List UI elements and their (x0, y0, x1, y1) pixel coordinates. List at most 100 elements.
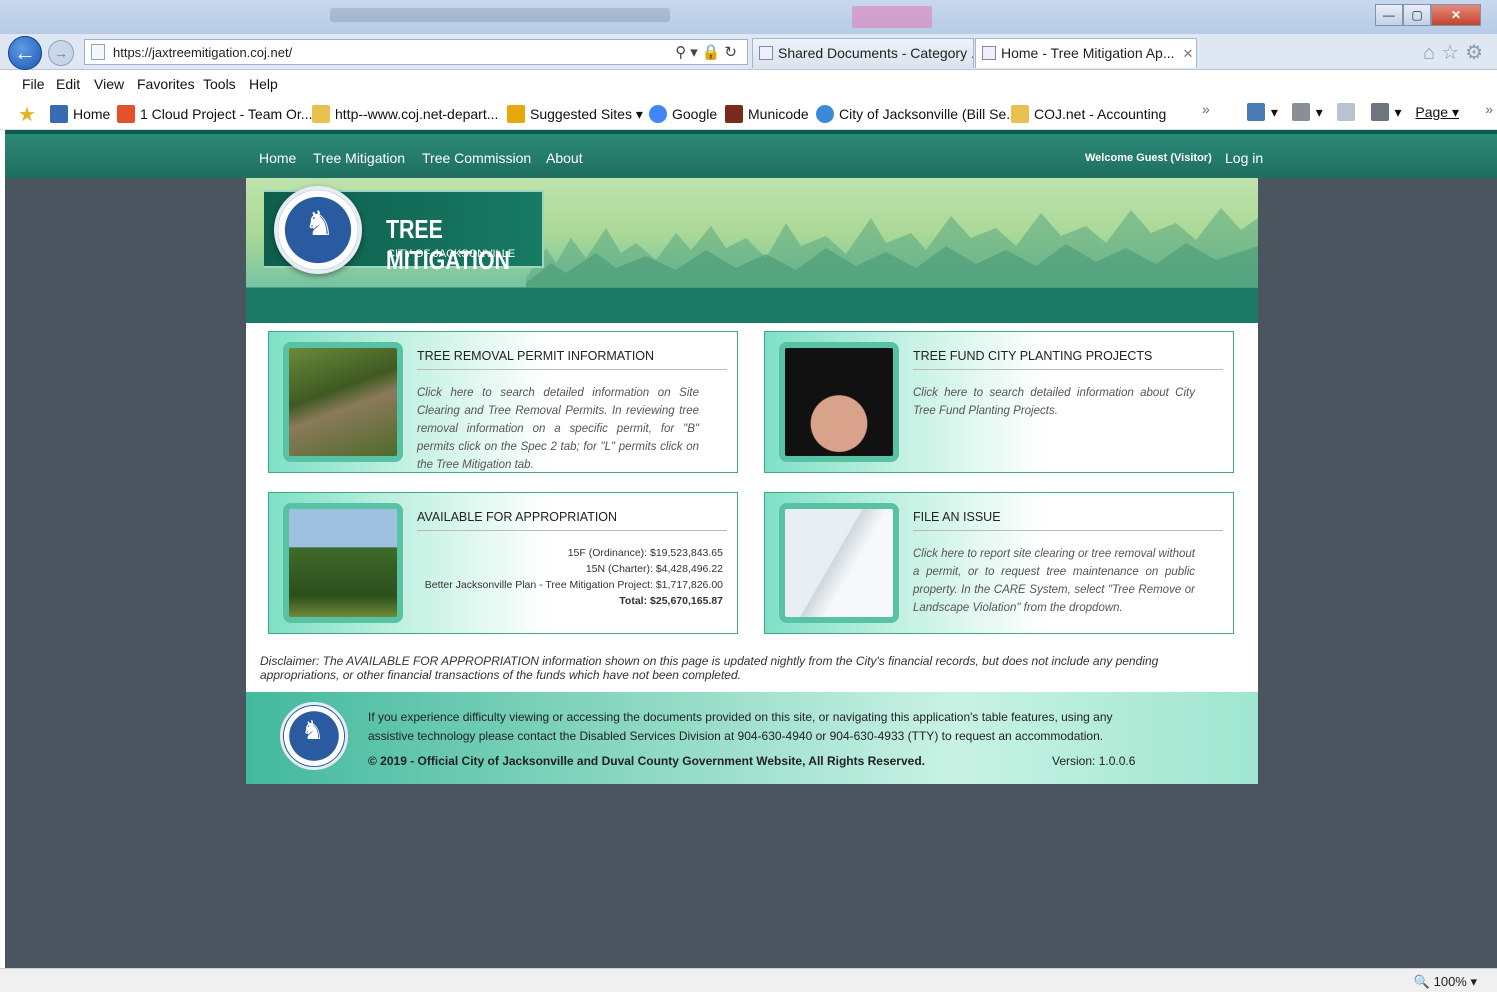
version-text: Version: 1.0.0.6 (1052, 754, 1136, 768)
nav-about[interactable]: About (546, 150, 583, 166)
menu-help[interactable]: Help (249, 76, 278, 92)
site-footer: If you experience difficulty viewing or … (246, 692, 1258, 784)
file-an-issue-card[interactable]: FILE AN ISSUE Click here to report site … (764, 492, 1234, 634)
back-button[interactable]: ← (8, 36, 42, 70)
menu-tools[interactable]: Tools (203, 76, 236, 92)
nav-home[interactable]: Home (259, 150, 296, 166)
page-icon (312, 105, 330, 123)
footer-city-seal-logo (280, 702, 348, 770)
home-icon[interactable]: ⌂ (1423, 42, 1441, 64)
welcome-text: Welcome Guest (Visitor) (1085, 152, 1212, 164)
card-title[interactable]: FILE AN ISSUE (913, 510, 1001, 524)
menu-favorites[interactable]: Favorites (137, 76, 195, 92)
window-title (330, 8, 670, 22)
minimize-button[interactable]: — (1375, 4, 1403, 26)
command-bar: ▾ ▾ ▾ Page ▾ (1245, 103, 1459, 121)
address-tools[interactable]: ⚲▾🔒↻ (675, 43, 741, 61)
zoom-level: 100% (1433, 974, 1467, 989)
google-icon (649, 105, 667, 123)
fav-city-jacksonville[interactable]: City of Jacksonville (Bill Se... (816, 105, 1018, 123)
fav-coj-accounting[interactable]: COJ.net - Accounting (1011, 105, 1166, 123)
fav-google[interactable]: Google (649, 105, 717, 123)
fav-coj-depart[interactable]: http--www.coj.net-depart... (312, 105, 498, 123)
favorites-bar: ★ Home 1 Cloud Project - Team Or... http… (0, 98, 1497, 130)
favorites-star-icon[interactable]: ☆ (1441, 42, 1465, 64)
tab-favicon-icon (982, 46, 996, 60)
disclaimer-text: Disclaimer: The AVAILABLE FOR APPROPRIAT… (260, 654, 1159, 682)
card-divider (417, 369, 727, 370)
page-icon (1011, 105, 1029, 123)
tree-fund-planting-card[interactable]: TREE FUND CITY PLANTING PROJECTS Click h… (764, 331, 1234, 473)
card-title[interactable]: AVAILABLE FOR APPROPRIATION (417, 510, 617, 524)
window-title-bar: — ▢ ✕ (0, 0, 1497, 34)
fav-cloud-project[interactable]: 1 Cloud Project - Team Or... (117, 105, 312, 123)
fav-municode[interactable]: Municode (725, 105, 809, 123)
tree-line-image (283, 503, 403, 623)
seedling-hands-image (779, 342, 899, 462)
rss-feed-icon[interactable] (1291, 103, 1310, 121)
copyright-text: © 2019 - Official City of Jacksonville a… (368, 754, 925, 768)
card-divider (913, 369, 1223, 370)
command-overflow-chevron[interactable]: » (1485, 101, 1493, 117)
municode-icon (725, 105, 743, 123)
available-appropriation-card[interactable]: AVAILABLE FOR APPROPRIATION 15F (Ordinan… (268, 492, 738, 634)
gear-icon[interactable]: ⚙ (1465, 42, 1489, 64)
fav-suggested-sites[interactable]: Suggested Sites ▾ (507, 105, 643, 123)
fav-home[interactable]: Home (50, 105, 110, 123)
nav-tree-mitigation[interactable]: Tree Mitigation (313, 150, 405, 166)
accessibility-notice: If you experience difficulty viewing or … (368, 710, 1113, 743)
tab-label: Shared Documents - Category ... (778, 45, 974, 61)
print-icon[interactable] (1370, 103, 1389, 121)
zoom-control[interactable]: 🔍 100% ▾ (1414, 974, 1477, 990)
card-title[interactable]: TREE FUND CITY PLANTING PROJECTS (913, 349, 1152, 363)
card-title[interactable]: TREE REMOVAL PERMIT INFORMATION (417, 349, 654, 363)
address-bar[interactable]: https://jaxtreemitigation.coj.net/ ⚲▾🔒↻ (84, 39, 748, 65)
amount-15n: 15N (Charter): $4,428,496.22 (585, 563, 723, 575)
card-description[interactable]: Click here to report site clearing or tr… (913, 545, 1195, 617)
page-container: TREE MITIGATION CITY OF JACKSONVILLE TRE… (246, 178, 1258, 784)
menu-edit[interactable]: Edit (56, 76, 80, 92)
card-divider (417, 530, 727, 531)
browser-toolbar-icons: ⌂☆⚙ (1423, 40, 1489, 65)
tab-tree-mitigation[interactable]: Home - Tree Mitigation Ap... ✕ (975, 38, 1197, 68)
forward-button[interactable]: → (48, 40, 74, 66)
city-seal-logo (274, 186, 362, 274)
window-controls: — ▢ ✕ (1375, 4, 1481, 26)
picture-tools-tab (852, 6, 932, 28)
menu-view[interactable]: View (94, 76, 124, 92)
zoom-icon: 🔍 (1413, 974, 1430, 989)
tab-favicon-icon (759, 46, 773, 60)
address-url[interactable]: https://jaxtreemitigation.coj.net/ (113, 45, 292, 60)
page-menu[interactable]: Page ▾ (1415, 104, 1459, 120)
address-row: ← → https://jaxtreemitigation.coj.net/ ⚲… (0, 34, 1497, 70)
browser-viewport: Home Tree Mitigation Tree Commission Abo… (5, 130, 1497, 968)
globe-icon (50, 105, 68, 123)
card-description[interactable]: Click here to search detailed informatio… (417, 384, 699, 474)
tab-label: Home - Tree Mitigation Ap... (1001, 45, 1175, 61)
status-bar: 🔍 100% ▾ (0, 968, 1497, 992)
card-description[interactable]: Click here to search detailed informatio… (913, 384, 1195, 420)
favorites-overflow-chevron[interactable]: » (1202, 101, 1210, 117)
logo-subtitle: CITY OF JACKSONVILLE (387, 248, 516, 260)
close-window-button[interactable]: ✕ (1431, 4, 1481, 26)
cloud-project-icon (117, 105, 135, 123)
care-brochure-image (779, 503, 899, 623)
menu-file[interactable]: File (22, 76, 45, 92)
amount-bjp: Better Jacksonville Plan - Tree Mitigati… (424, 579, 723, 591)
maximize-button[interactable]: ▢ (1403, 4, 1431, 26)
amount-total: Total: $25,670,165.87 (619, 595, 723, 607)
fallen-tree-image (283, 342, 403, 462)
tab-shared-documents[interactable]: Shared Documents - Category ... (752, 38, 974, 68)
forest-silhouette (526, 208, 1258, 288)
close-tab-icon[interactable]: ✕ (1183, 46, 1194, 61)
page-icon (91, 44, 105, 60)
tree-removal-permit-card[interactable]: TREE REMOVAL PERMIT INFORMATION Click he… (268, 331, 738, 473)
nav-tree-commission[interactable]: Tree Commission (422, 150, 531, 166)
login-link[interactable]: Log in (1225, 150, 1263, 166)
header-banner: TREE MITIGATION CITY OF JACKSONVILLE (246, 178, 1258, 323)
menu-bar: File Edit View Favorites Tools Help (0, 70, 1497, 98)
home-icon[interactable] (1247, 103, 1266, 121)
logo-title: TREE MITIGATION (386, 214, 510, 275)
mail-icon[interactable] (1336, 103, 1355, 121)
favorites-star-icon[interactable]: ★ (18, 102, 36, 127)
